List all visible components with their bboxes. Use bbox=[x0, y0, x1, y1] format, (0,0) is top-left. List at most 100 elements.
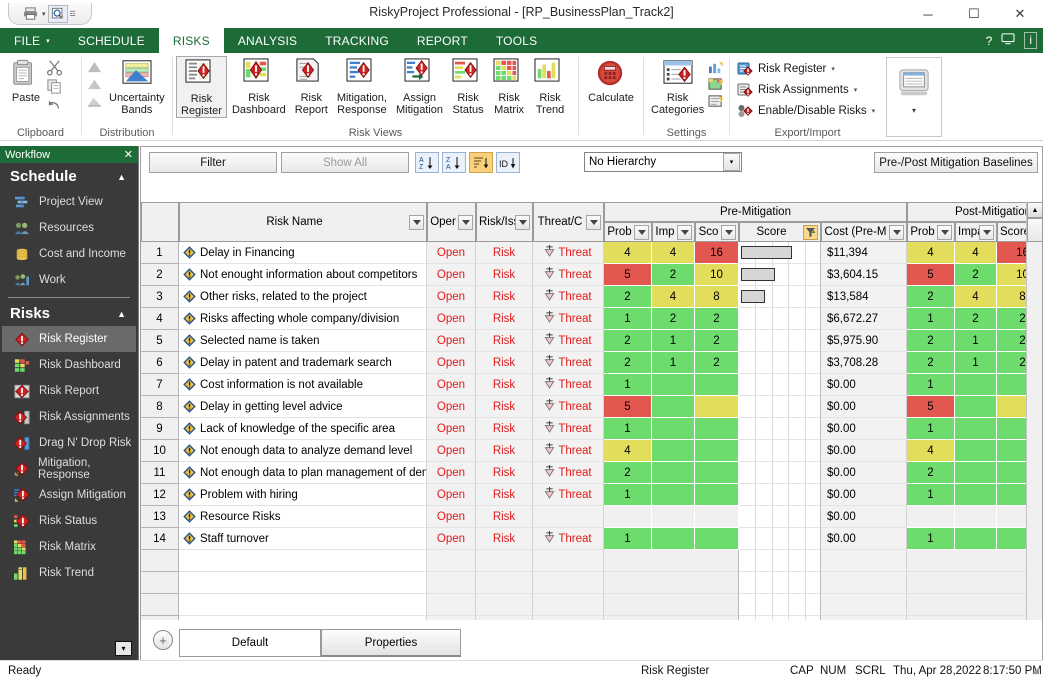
cell-name[interactable]: Not enough data to analyze demand level bbox=[179, 440, 427, 462]
cell-pre-sco[interactable] bbox=[695, 462, 739, 484]
risk-register-button[interactable]: RiskRegister bbox=[176, 56, 227, 118]
risk-dashboard-button[interactable]: RiskDashboard bbox=[228, 56, 290, 116]
export-risk-assignments-button[interactable]: Risk Assignments ▾ bbox=[734, 80, 860, 100]
cell-riskiss[interactable]: Risk bbox=[476, 418, 533, 440]
cell-pre-chart[interactable] bbox=[739, 506, 821, 528]
cell-post-prob[interactable]: 1 bbox=[907, 308, 955, 330]
cell-open[interactable]: Open bbox=[427, 242, 476, 264]
cell-post-prob[interactable]: 5 bbox=[907, 264, 955, 286]
grid-vertical-scrollbar[interactable]: ▲ ▼ bbox=[1026, 202, 1042, 642]
cell-pre-prob[interactable]: 2 bbox=[604, 462, 652, 484]
cell-threat[interactable]: Threat bbox=[533, 352, 604, 374]
cell-riskiss[interactable]: Risk bbox=[476, 242, 533, 264]
tab-default[interactable]: Default bbox=[179, 629, 321, 657]
table-row[interactable]: 4Risks affecting whole company/divisionO… bbox=[141, 308, 1042, 330]
cell-threat[interactable]: Threat bbox=[533, 374, 604, 396]
risk-trend-button[interactable]: RiskTrend bbox=[530, 56, 570, 116]
sidebar-item-mitigation-response[interactable]: Mitigation, Response bbox=[2, 456, 136, 482]
cell-pre-sco[interactable]: 2 bbox=[695, 352, 739, 374]
cell-pre-cost[interactable]: $0.00 bbox=[821, 396, 907, 418]
cell-id[interactable]: 9 bbox=[141, 418, 179, 440]
cell-pre-prob[interactable]: 4 bbox=[604, 440, 652, 462]
assign-mitigation-button[interactable]: AssignMitigation bbox=[392, 56, 447, 116]
mitigation-response-button[interactable]: Mitigation,Response bbox=[333, 56, 391, 116]
triangular-distribution-icon[interactable] bbox=[86, 77, 103, 91]
cell-pre-cost[interactable]: $0.00 bbox=[821, 374, 907, 396]
grid-column-header-post-prob[interactable]: Prob bbox=[907, 222, 955, 242]
cell-name[interactable]: Resource Risks bbox=[179, 506, 427, 528]
cell-post-imp[interactable]: 1 bbox=[955, 352, 997, 374]
table-row-empty[interactable] bbox=[141, 572, 1042, 594]
sidebar-item-risk-report[interactable]: Risk Report bbox=[2, 378, 136, 404]
cell-riskiss[interactable]: Risk bbox=[476, 352, 533, 374]
table-row[interactable]: 2Not enought information about competito… bbox=[141, 264, 1042, 286]
cell-id[interactable]: 3 bbox=[141, 286, 179, 308]
table-row[interactable]: 6Delay in patent and trademark searchOpe… bbox=[141, 352, 1042, 374]
cell-id[interactable]: 6 bbox=[141, 352, 179, 374]
table-row[interactable]: 7Cost information is not availableOpenRi… bbox=[141, 374, 1042, 396]
cell-pre-chart[interactable] bbox=[739, 308, 821, 330]
cell-pre-imp[interactable] bbox=[652, 418, 695, 440]
grid-column-header-pre-imp[interactable]: Imp bbox=[652, 222, 695, 242]
copy-icon[interactable] bbox=[46, 78, 64, 96]
workflow-section-risks[interactable]: Risks▲ bbox=[2, 300, 136, 326]
risk-properties-icon[interactable] bbox=[708, 60, 726, 76]
risk-matrix-settings-icon[interactable] bbox=[708, 77, 726, 93]
cell-pre-prob[interactable]: 1 bbox=[604, 528, 652, 550]
undo-icon[interactable] bbox=[46, 97, 64, 115]
sidebar-item-resources[interactable]: Resources bbox=[2, 215, 136, 241]
cell-pre-prob[interactable]: 1 bbox=[604, 374, 652, 396]
cell-riskiss[interactable]: Risk bbox=[476, 330, 533, 352]
cell-id[interactable]: 2 bbox=[141, 264, 179, 286]
table-row[interactable]: 10Not enough data to analyze demand leve… bbox=[141, 440, 1042, 462]
pre-post-mitigation-baselines-button[interactable]: Pre-/Post Mitigation Baselines bbox=[874, 152, 1038, 173]
cell-pre-cost[interactable]: $0.00 bbox=[821, 528, 907, 550]
cell-open[interactable]: Open bbox=[427, 264, 476, 286]
cell-post-imp[interactable]: 1 bbox=[955, 330, 997, 352]
cell-pre-sco[interactable] bbox=[695, 374, 739, 396]
cell-open[interactable]: Open bbox=[427, 286, 476, 308]
cell-threat[interactable]: Threat bbox=[533, 308, 604, 330]
maximize-button[interactable]: ☐ bbox=[951, 0, 997, 28]
cell-pre-sco[interactable] bbox=[695, 528, 739, 550]
sidebar-item-risk-register[interactable]: Risk Register bbox=[2, 326, 136, 352]
cell-pre-sco[interactable]: 2 bbox=[695, 330, 739, 352]
cell-post-prob[interactable]: 5 bbox=[907, 396, 955, 418]
sidebar-item-project-view[interactable]: Project View bbox=[2, 189, 136, 215]
cell-riskiss[interactable]: Risk bbox=[476, 264, 533, 286]
cell-pre-cost[interactable]: $13,584 bbox=[821, 286, 907, 308]
ribbon-overflow-caret[interactable]: ▾ bbox=[887, 106, 941, 115]
chevron-down-icon[interactable]: ▾ bbox=[854, 86, 858, 94]
cell-name[interactable]: Delay in getting level advice bbox=[179, 396, 427, 418]
grid-column-header-pre-prob[interactable]: Prob bbox=[604, 222, 652, 242]
cell-pre-imp[interactable]: 1 bbox=[652, 352, 695, 374]
chevron-down-icon[interactable] bbox=[979, 225, 994, 240]
filter-button[interactable]: Filter bbox=[149, 152, 277, 173]
cell-riskiss[interactable]: Risk bbox=[476, 286, 533, 308]
cell-pre-cost[interactable]: $0.00 bbox=[821, 484, 907, 506]
chevron-down-icon[interactable]: ▾ bbox=[723, 153, 740, 171]
cell-riskiss[interactable]: Risk bbox=[476, 440, 533, 462]
cell-open[interactable]: Open bbox=[427, 330, 476, 352]
chevron-down-icon[interactable]: ▾ bbox=[872, 107, 876, 115]
scroll-up-button[interactable]: ▲ bbox=[1027, 202, 1043, 218]
cell-pre-prob[interactable]: 5 bbox=[604, 264, 652, 286]
sort-by-id-button[interactable]: ID bbox=[496, 152, 520, 173]
calculate-button[interactable]: Calculate bbox=[584, 56, 638, 104]
risk-status-button[interactable]: RiskStatus bbox=[448, 56, 488, 116]
cell-name[interactable]: Staff turnover bbox=[179, 528, 427, 550]
cell-pre-imp[interactable] bbox=[652, 396, 695, 418]
cell-post-prob[interactable]: 4 bbox=[907, 242, 955, 264]
cut-icon[interactable] bbox=[46, 59, 64, 77]
cell-post-prob[interactable]: 1 bbox=[907, 484, 955, 506]
chevron-down-icon[interactable] bbox=[937, 225, 952, 240]
cell-post-imp[interactable]: 2 bbox=[955, 264, 997, 286]
table-row[interactable]: 1Delay in FinancingOpenRiskThreat4416$11… bbox=[141, 242, 1042, 264]
filter-active-icon[interactable] bbox=[803, 225, 818, 240]
ribbon-tab-tracking[interactable]: TRACKING bbox=[311, 28, 403, 53]
sidebar-item-risk-dashboard[interactable]: Risk Dashboard bbox=[2, 352, 136, 378]
cell-pre-prob[interactable]: 1 bbox=[604, 484, 652, 506]
table-row[interactable]: 12Problem with hiringOpenRiskThreat1$0.0… bbox=[141, 484, 1042, 506]
table-row[interactable]: 14Staff turnoverOpenRiskThreat1$0.001$ bbox=[141, 528, 1042, 550]
sort-custom-button[interactable] bbox=[469, 152, 493, 173]
